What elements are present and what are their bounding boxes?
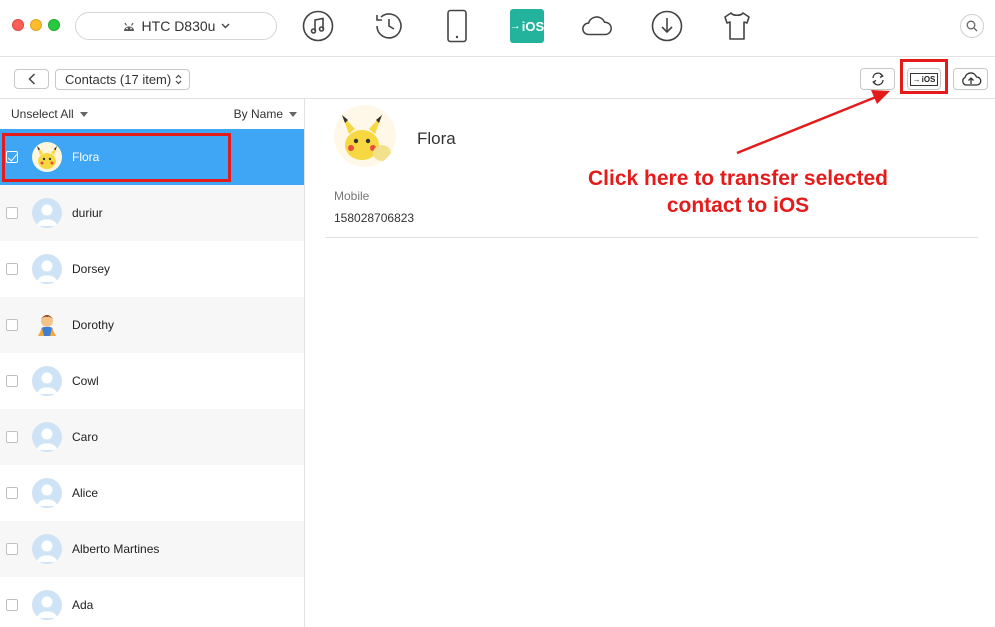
app-window: HTC D830u → iOS Contacts (17 item) → iOS… — [0, 0, 995, 627]
maximize-window-button[interactable] — [48, 19, 60, 31]
contact-name: Dorsey — [72, 262, 111, 276]
default-avatar-icon — [32, 590, 62, 620]
category-select-label: Contacts (17 item) — [65, 72, 172, 87]
default-avatar-icon — [32, 198, 62, 228]
back-button[interactable] — [14, 69, 49, 89]
music-icon[interactable] — [301, 9, 335, 43]
search-icon — [966, 20, 978, 32]
refresh-icon — [871, 72, 884, 86]
chevron-left-icon — [27, 73, 35, 85]
contact-row[interactable]: Ada — [0, 577, 304, 627]
row-checkbox[interactable] — [6, 543, 18, 555]
arrow-right-icon: → — [912, 74, 921, 84]
row-checkbox[interactable] — [6, 263, 18, 275]
contact-row[interactable]: duriur — [0, 185, 304, 241]
row-checkbox[interactable] — [6, 599, 18, 611]
caret-down-icon — [79, 111, 88, 117]
detail-contact-name: Flora — [417, 129, 456, 148]
contact-row[interactable]: Alberto Martines — [0, 521, 304, 577]
search-button[interactable] — [960, 14, 984, 38]
unselect-all-label: Unselect All — [11, 107, 74, 121]
contact-row[interactable]: Cowl — [0, 353, 304, 409]
default-avatar-icon — [32, 254, 62, 284]
upload-cloud-button[interactable] — [953, 68, 988, 90]
history-icon[interactable] — [372, 9, 406, 43]
tshirt-icon[interactable] — [720, 9, 754, 43]
annotation-line-1: Click here to transfer selected — [588, 167, 888, 190]
sort-dropdown[interactable]: By Name — [234, 107, 297, 121]
updown-icon — [175, 74, 182, 85]
default-avatar-icon — [32, 422, 62, 452]
contact-name: Alice — [72, 486, 99, 500]
download-icon[interactable] — [650, 9, 684, 43]
device-selector[interactable]: HTC D830u — [75, 12, 277, 40]
annotation-line-2: contact to iOS — [666, 194, 810, 217]
divider — [325, 237, 978, 238]
cloud-upload-icon — [961, 72, 981, 86]
refresh-button[interactable] — [860, 68, 895, 90]
row-checkbox[interactable] — [6, 207, 18, 219]
contact-name: Dorothy — [72, 318, 115, 332]
contact-name: Cowl — [72, 374, 99, 388]
default-avatar-icon — [32, 366, 62, 396]
sort-label: By Name — [233, 107, 283, 121]
contact-name: duriur — [72, 206, 103, 220]
row-checkbox[interactable] — [6, 151, 18, 163]
contact-row[interactable]: Flora — [0, 129, 304, 185]
contact-row[interactable]: Caro — [0, 409, 304, 465]
contact-name: Alberto Martines — [72, 542, 160, 556]
contact-avatar — [32, 310, 62, 340]
default-avatar-icon — [32, 478, 62, 508]
transfer-to-ios-button[interactable]: → iOS — [907, 68, 941, 90]
contact-name: Flora — [72, 150, 100, 164]
row-checkbox[interactable] — [6, 487, 18, 499]
mobile-value: 158028706823 — [334, 211, 415, 225]
arrow-right-icon: → — [509, 20, 521, 32]
mobile-label: Mobile — [334, 189, 370, 203]
minimize-window-button[interactable] — [30, 19, 42, 31]
close-window-button[interactable] — [12, 19, 24, 31]
title-bar: HTC D830u → iOS — [0, 0, 995, 57]
category-select[interactable]: Contacts (17 item) — [55, 69, 190, 90]
contact-row[interactable]: Dorothy — [0, 297, 304, 353]
row-checkbox[interactable] — [6, 431, 18, 443]
unselect-all-dropdown[interactable]: Unselect All — [11, 107, 88, 121]
toolbar: Contacts (17 item) → iOS — [0, 58, 995, 99]
chevron-down-icon — [221, 23, 230, 29]
contact-name: Ada — [72, 598, 94, 612]
contact-avatar — [32, 142, 62, 172]
contact-name: Caro — [72, 430, 99, 444]
default-avatar-icon — [32, 534, 62, 564]
detail-avatar — [334, 105, 396, 167]
caret-down-icon — [289, 111, 297, 117]
row-checkbox[interactable] — [6, 375, 18, 387]
device-name: HTC D830u — [141, 18, 216, 34]
contact-detail-panel: Flora Mobile 158028706823 Click here to … — [306, 99, 995, 627]
list-header: Unselect All By Name — [0, 99, 304, 129]
to-ios-icon[interactable]: → iOS — [510, 9, 544, 43]
contact-row[interactable]: Dorsey — [0, 241, 304, 297]
contact-row[interactable]: Alice — [0, 465, 304, 521]
android-icon — [122, 20, 136, 32]
contact-list-panel: Unselect All By Name Flora duriur Dorsey… — [0, 99, 305, 627]
cloud-icon[interactable] — [580, 9, 614, 43]
row-checkbox[interactable] — [6, 319, 18, 331]
to-ios-small-icon: → iOS — [909, 72, 939, 86]
annotation-callout: Click here to transfer selected contact … — [556, 165, 920, 219]
phone-icon[interactable] — [440, 9, 474, 43]
